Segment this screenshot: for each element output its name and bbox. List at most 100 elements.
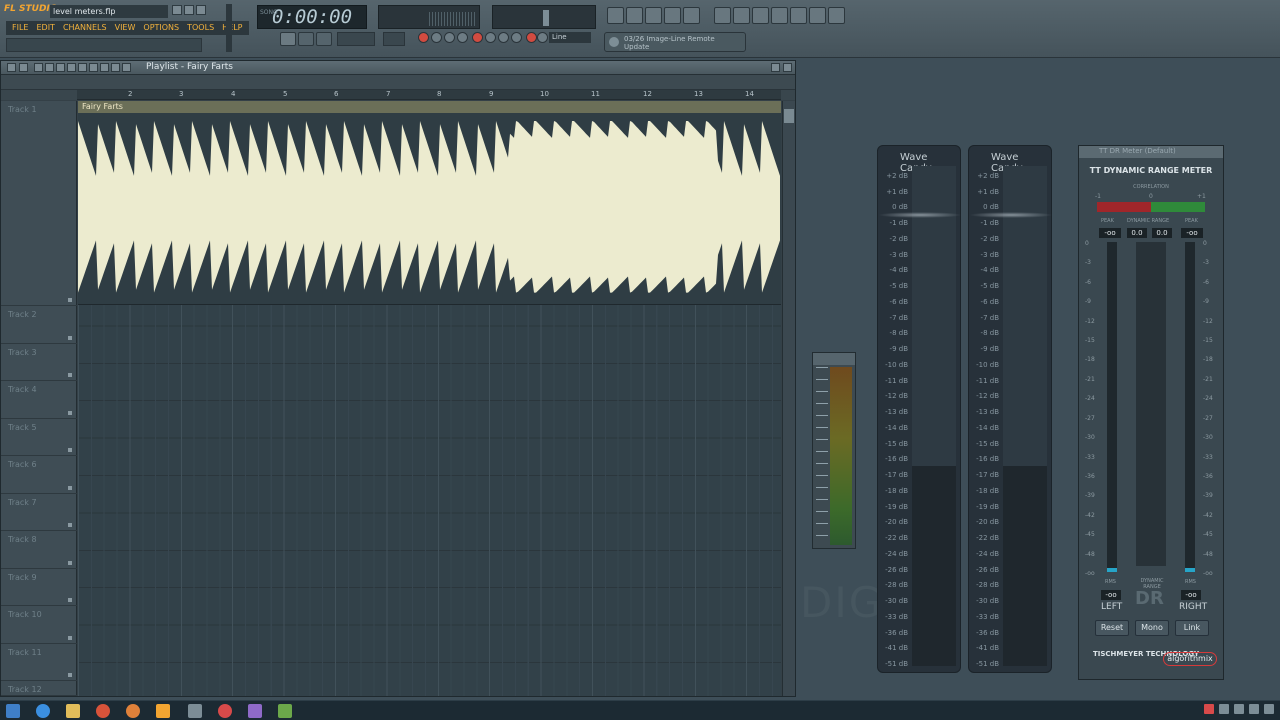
step-sequencer-icon[interactable]	[626, 7, 643, 24]
playlist-back-icon[interactable]	[19, 63, 28, 72]
track-handle-icon[interactable]	[68, 485, 72, 490]
play-button[interactable]	[280, 32, 296, 46]
mixer-icon[interactable]	[683, 7, 700, 24]
countdown-icon[interactable]	[444, 32, 455, 43]
track-header[interactable]: Track 7	[1, 494, 77, 531]
typing-keyboard-icon[interactable]	[472, 32, 483, 43]
tray-network-icon[interactable]	[1219, 704, 1229, 714]
track-header[interactable]: Track 11	[1, 644, 77, 681]
track-handle-icon[interactable]	[68, 373, 72, 377]
step-edit-icon[interactable]	[485, 32, 496, 43]
track-handle-icon[interactable]	[68, 298, 72, 302]
tray-flag-icon[interactable]	[1249, 704, 1259, 714]
time-ruler[interactable]: 2 3 4 5 6 7 8 9 10 11 12 13 14	[77, 90, 781, 100]
record-app-icon[interactable]	[218, 704, 232, 718]
slip-tool-icon[interactable]	[78, 63, 87, 72]
playlist-close-icon[interactable]	[783, 63, 792, 72]
firefox-icon[interactable]	[126, 704, 140, 718]
track-header[interactable]: Track 5	[1, 419, 77, 456]
track-header[interactable]: Track 1	[1, 101, 77, 306]
export-icon[interactable]	[752, 7, 769, 24]
menu-edit[interactable]: EDIT	[32, 21, 58, 35]
tool-app-icon[interactable]	[278, 704, 292, 718]
loop-record-icon[interactable]	[498, 32, 509, 43]
close-icon[interactable]	[196, 5, 206, 15]
system-tray[interactable]	[1204, 704, 1274, 714]
track-handle-icon[interactable]	[68, 598, 72, 602]
menu-file[interactable]: FILE	[8, 21, 32, 35]
browser-icon[interactable]	[664, 7, 681, 24]
playlist-overview[interactable]	[1, 75, 795, 90]
reset-button[interactable]: Reset	[1095, 620, 1129, 636]
paint-tool-icon[interactable]	[45, 63, 54, 72]
tray-clock-icon[interactable]	[1264, 704, 1274, 714]
explorer-icon[interactable]	[66, 704, 80, 718]
search-icon[interactable]	[790, 7, 807, 24]
pattern-selector[interactable]	[383, 32, 405, 46]
draw-tool-icon[interactable]	[34, 63, 43, 72]
save-icon[interactable]	[733, 7, 750, 24]
tt-dr-titlebar[interactable]: TT DR Meter (Default)	[1079, 146, 1223, 158]
piano-roll-icon[interactable]	[645, 7, 662, 24]
menu-options[interactable]: OPTIONS	[139, 21, 183, 35]
menu-help[interactable]: HELP	[218, 21, 246, 35]
maximize-icon[interactable]	[184, 5, 194, 15]
track-header[interactable]: Track 8	[1, 531, 77, 569]
snap-icon[interactable]	[526, 32, 537, 43]
tray-record-icon[interactable]	[1204, 704, 1214, 714]
track-header[interactable]: Track 3	[1, 344, 77, 381]
playlist-titlebar[interactable]: Playlist - Fairy Farts	[1, 61, 795, 75]
scroll-icon[interactable]	[537, 32, 548, 43]
track-handle-icon[interactable]	[68, 673, 72, 677]
start-icon[interactable]	[6, 704, 20, 718]
undo-icon[interactable]	[714, 7, 731, 24]
link-button[interactable]: Link	[1175, 620, 1209, 636]
slice-tool-icon[interactable]	[89, 63, 98, 72]
track-header[interactable]: Track 9	[1, 569, 77, 606]
scrollbar-thumb[interactable]	[784, 109, 794, 123]
master-volume-slider[interactable]	[226, 4, 232, 52]
track-header[interactable]: Track 2	[1, 306, 77, 344]
snap-selector[interactable]: Line	[549, 32, 591, 43]
track-handle-icon[interactable]	[68, 560, 72, 565]
select-tool-icon[interactable]	[100, 63, 109, 72]
ie-icon[interactable]	[36, 704, 50, 718]
tools-icon[interactable]	[771, 7, 788, 24]
playback-tool-icon[interactable]	[122, 63, 131, 72]
multilink-icon[interactable]	[511, 32, 522, 43]
wait-input-icon[interactable]	[431, 32, 442, 43]
zoom-tool-icon[interactable]	[111, 63, 120, 72]
track-header[interactable]: Track 10	[1, 606, 77, 644]
track-handle-icon[interactable]	[68, 635, 72, 640]
pattern-song-toggle[interactable]	[337, 32, 375, 46]
playlist-maximize-icon[interactable]	[771, 63, 780, 72]
fl-studio-taskbar-icon[interactable]	[156, 704, 170, 718]
metronome-icon[interactable]	[418, 32, 429, 43]
stop-button[interactable]	[298, 32, 314, 46]
delete-tool-icon[interactable]	[56, 63, 65, 72]
tray-volume-icon[interactable]	[1234, 704, 1244, 714]
mini-meter-titlebar[interactable]	[813, 353, 855, 365]
audio-clip[interactable]: Fairy Farts	[78, 101, 781, 305]
track-header[interactable]: Track 12	[1, 681, 77, 696]
track-handle-icon[interactable]	[68, 523, 72, 527]
menu-channels[interactable]: CHANNELS	[59, 21, 111, 35]
help-icon[interactable]	[828, 7, 845, 24]
track-header[interactable]: Track 4	[1, 381, 77, 419]
wizard-icon[interactable]	[809, 7, 826, 24]
chrome-icon[interactable]	[96, 704, 110, 718]
track-header[interactable]: Track 6	[1, 456, 77, 494]
blend-notes-icon[interactable]	[457, 32, 468, 43]
track-handle-icon[interactable]	[68, 335, 72, 340]
app-icon[interactable]	[188, 704, 202, 718]
record-button[interactable]	[316, 32, 332, 46]
media-app-icon[interactable]	[248, 704, 262, 718]
menu-tools[interactable]: TOOLS	[183, 21, 218, 35]
track-handle-icon[interactable]	[68, 410, 72, 415]
minimize-icon[interactable]	[172, 5, 182, 15]
menu-view[interactable]: VIEW	[111, 21, 140, 35]
news-panel[interactable]: 03/26 Image-Line Remote Update	[604, 32, 746, 52]
track-handle-icon[interactable]	[68, 448, 72, 452]
playlist-scrollbar[interactable]	[782, 101, 795, 696]
mute-tool-icon[interactable]	[67, 63, 76, 72]
